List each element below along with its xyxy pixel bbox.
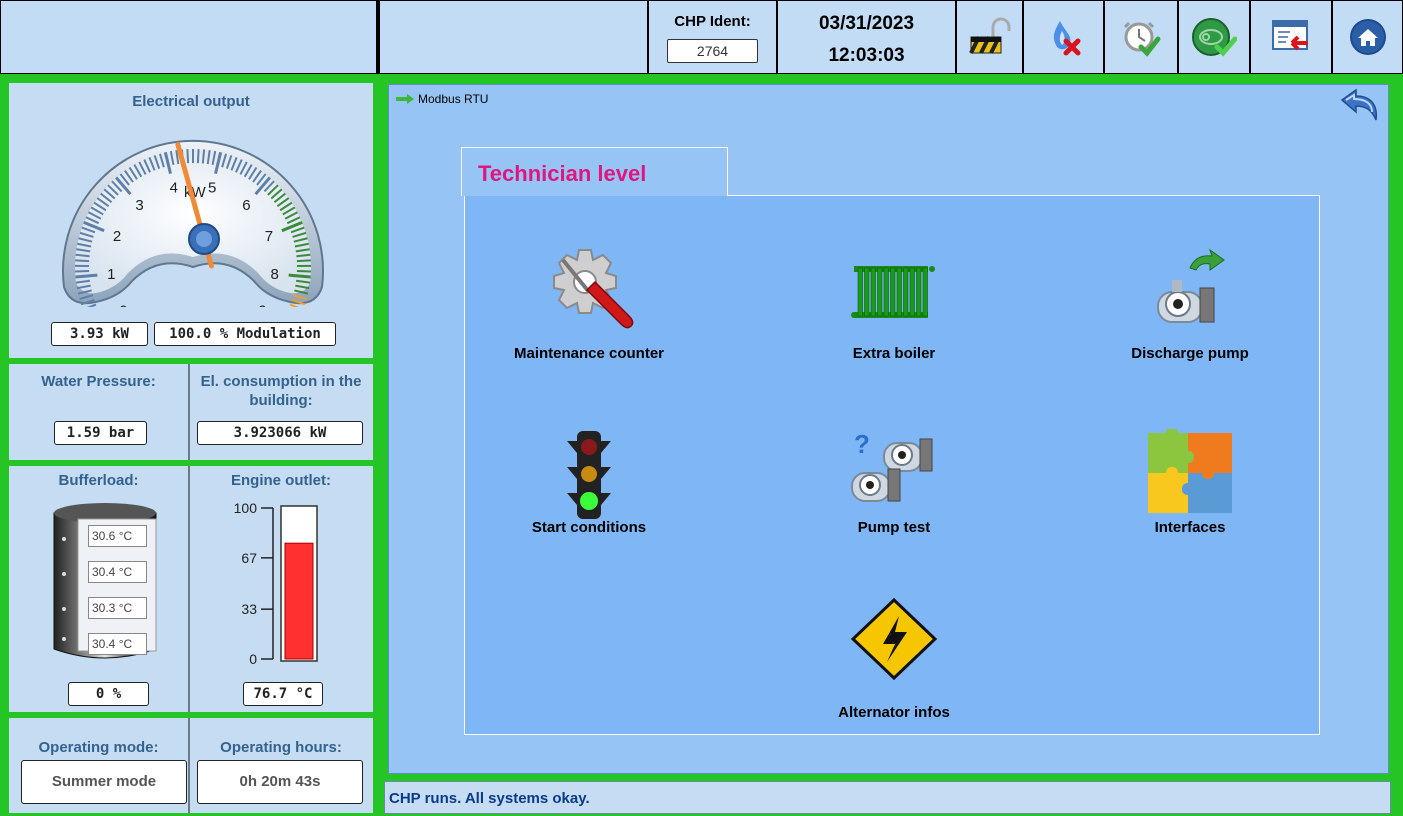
alarm-clock-check-icon — [1123, 21, 1161, 57]
tile-interfaces[interactable]: Interfaces — [1070, 421, 1310, 551]
consumption-value: 3.923066 kW — [197, 421, 363, 445]
flame-error-button[interactable] — [1024, 1, 1103, 73]
alarm-clock-button[interactable] — [1105, 1, 1177, 73]
operating-mode-value: Summer mode — [21, 760, 187, 804]
tile-alternator-infos[interactable]: Alternator infos — [774, 596, 1014, 726]
time-text: 12:03:03 — [828, 45, 905, 66]
chp-ident-label: CHP Ident: — [674, 13, 751, 30]
chp-status-button[interactable] — [1179, 1, 1249, 73]
chp-ident-value: 2764 — [667, 39, 758, 63]
electrical-output-title: Electrical output — [132, 93, 250, 110]
datetime: 03/31/2023 12:03:03 — [778, 1, 955, 73]
tile-label: Alternator infos — [838, 704, 950, 721]
flame-error-icon — [1053, 21, 1080, 56]
divider — [188, 718, 190, 813]
radiator-icon — [851, 266, 935, 318]
traffic-light-icon — [567, 431, 611, 519]
gauge-tick-label: 7 — [265, 228, 273, 245]
back-button[interactable]: back-icon — [1336, 86, 1382, 130]
chp-ident: CHP Ident: 2764 — [649, 1, 776, 73]
tile-label: Discharge pump — [1131, 345, 1249, 362]
gauge-tick-label: 6 — [242, 197, 250, 214]
operating-hours-label: Operating hours: — [220, 739, 342, 756]
arrow-right-icon — [396, 94, 414, 104]
water-pressure-value: 1.59 bar — [54, 421, 147, 445]
tile-extra-boiler[interactable]: Extra boiler — [774, 246, 1014, 376]
consumption-label: El. consumption in the building: — [200, 373, 362, 409]
tile-label: Maintenance counter — [513, 345, 665, 362]
chp-engine-ok-icon — [1192, 18, 1237, 57]
tile-label: Start conditions — [531, 519, 647, 536]
breadcrumb-label: Modbus RTU — [418, 92, 489, 106]
status-bar: CHP runs. All systems okay. — [384, 781, 1391, 814]
tile-maintenance-counter[interactable]: Maintenance counter — [469, 246, 709, 376]
tile-label: Interfaces — [1154, 519, 1226, 536]
bufferload-percent: 0 % — [68, 682, 149, 706]
status-message: CHP runs. All systems okay. — [389, 790, 590, 807]
thermometer-tick-label: 0 — [249, 651, 257, 667]
lock-open-icon — [968, 17, 1010, 54]
pump-question-icon: ? — [851, 429, 933, 502]
thermometer-tick-label: 100 — [234, 500, 258, 516]
tile-discharge-pump[interactable]: Discharge pump — [1070, 246, 1310, 376]
pump-arrow-icon — [1157, 248, 1225, 323]
technician-level-title: Technician level — [478, 161, 647, 186]
bufferload-label: Bufferload: — [58, 472, 139, 489]
gauge-tick-label: 0 — [119, 302, 127, 307]
top-left-blank — [1, 1, 376, 73]
gear-screwdriver-icon — [553, 249, 634, 329]
puzzle-icon — [1148, 429, 1232, 513]
gauge-tick-label: 1 — [107, 266, 115, 283]
operating-section: Operating mode: Summer mode Operating ho… — [9, 718, 373, 813]
lock-button[interactable] — [957, 1, 1022, 73]
electrical-output-section: Electrical output 0123456789 kW 3.93 kW … — [9, 83, 373, 358]
buffer-temperature: 30.6 °C — [88, 525, 147, 547]
gauge-tick-label: 5 — [208, 179, 216, 196]
tile-start-conditions[interactable]: Start conditions — [469, 421, 709, 551]
top-middle-blank — [380, 1, 647, 73]
thermometer-level — [284, 542, 314, 660]
home-button[interactable] — [1333, 1, 1402, 73]
buffer-temperature: 30.4 °C — [88, 561, 147, 583]
gauge-tick-label: 8 — [271, 266, 279, 283]
exit-window-icon — [1272, 20, 1308, 51]
electrical-output-gauge: 0123456789 kW — [62, 139, 324, 307]
engine-outlet-value: 76.7 °C — [243, 682, 323, 706]
engine-outlet-label: Engine outlet: — [231, 472, 331, 489]
gauge-tick-label: 4 — [170, 179, 178, 196]
tile-label: Pump test — [857, 519, 931, 536]
buffer-engine-section: Bufferload: 30.6 °C 30.4 °C 30.3 °C 30.4 °C… — [9, 466, 373, 712]
operating-hours-value: 0h 20m 43s — [197, 760, 363, 804]
tile-pump-test[interactable]: ? Pump test — [774, 421, 1014, 551]
gauge-tick-label: 3 — [135, 197, 143, 214]
gauge-tick-label: 2 — [113, 228, 121, 245]
power-value: 3.93 kW — [51, 322, 148, 346]
date-text: 03/31/2023 — [818, 13, 915, 34]
svg-text:?: ? — [854, 429, 870, 459]
gauge-tick-label: 9 — [258, 302, 266, 307]
divider — [188, 466, 190, 712]
left-panel: Electrical output 0123456789 kW 3.93 kW … — [0, 74, 378, 816]
high-voltage-icon — [850, 597, 938, 681]
engine-outlet-thermometer: 100 67 33 0 — [234, 500, 318, 667]
breadcrumb[interactable]: Modbus RTU — [396, 92, 488, 106]
home-icon — [1349, 19, 1386, 55]
top-bar: CHP Ident: 2764 03/31/2023 12:03:03 — [0, 0, 1403, 74]
thermometer-tick-label: 33 — [241, 601, 257, 617]
tile-label: Extra boiler — [852, 345, 936, 362]
buffer-temperature: 30.4 °C — [88, 633, 147, 655]
thermometer-tick-label: 67 — [241, 550, 257, 566]
buffer-temperature: 30.3 °C — [88, 597, 147, 619]
water-pressure-label: Water Pressure: — [41, 373, 156, 390]
exit-window-button[interactable] — [1251, 1, 1331, 73]
technician-panel: Maintenance counter Extra boiler Dischar… — [464, 195, 1320, 735]
modulation-value: 100.0 % Modulation — [154, 322, 336, 346]
divider — [188, 364, 190, 460]
technician-level-tab: Technician level — [461, 147, 728, 196]
pressure-consumption-section: Water Pressure: 1.59 bar El. consumption… — [9, 364, 373, 460]
operating-mode-label: Operating mode: — [38, 739, 159, 756]
